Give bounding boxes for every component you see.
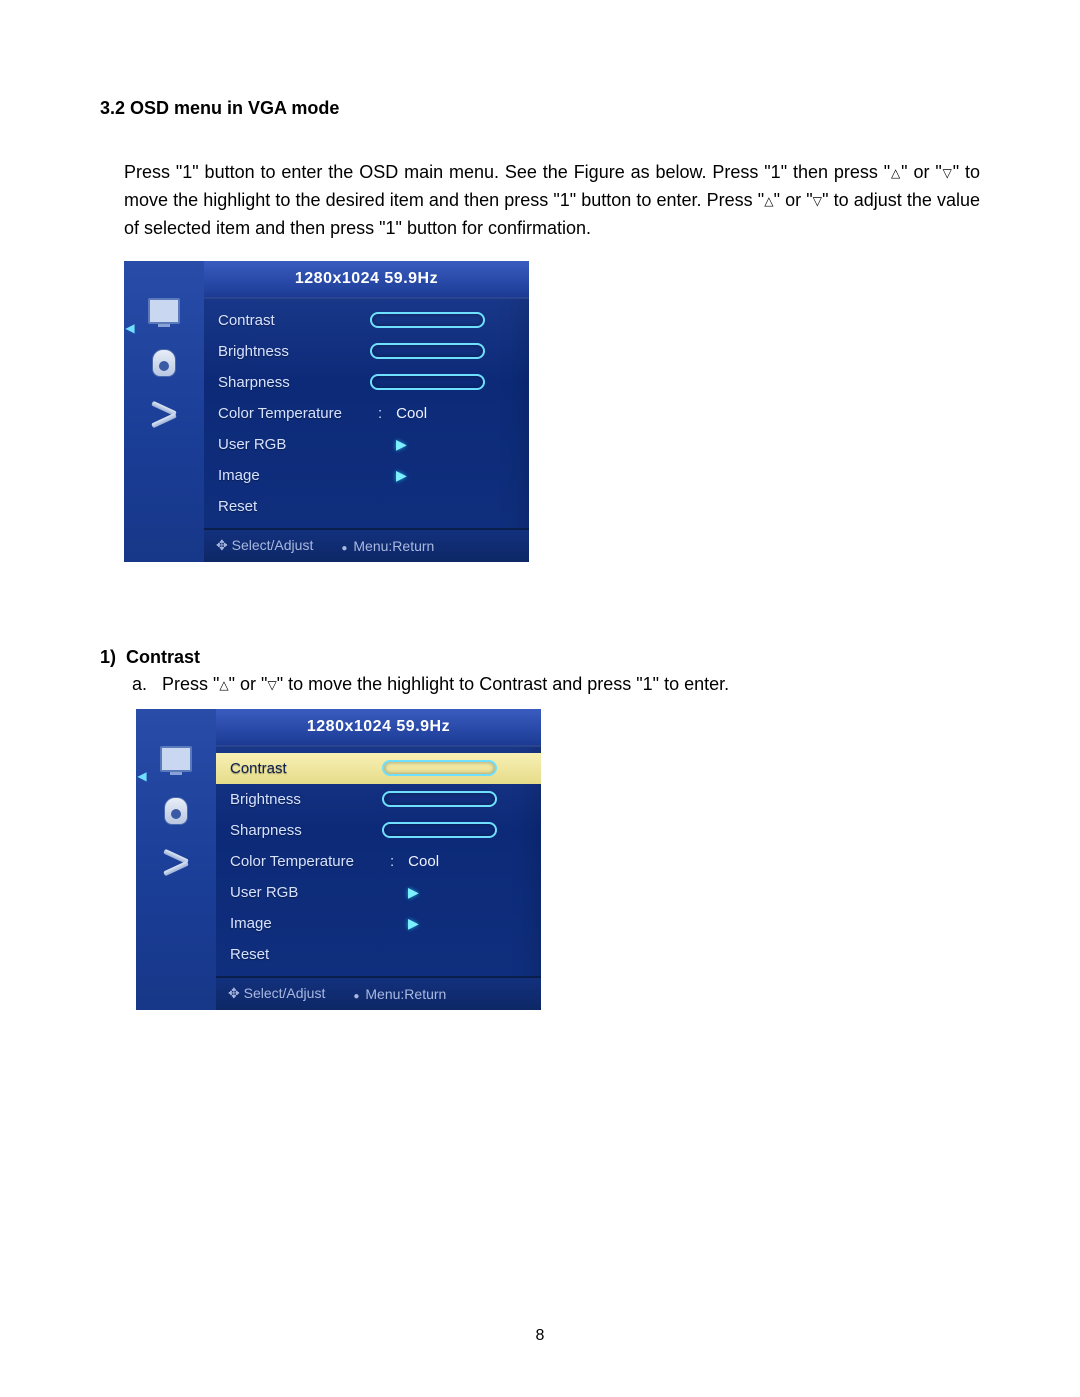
osd-value-text: Cool [396,405,427,422]
osd-item-value [368,374,519,390]
sub-text: " or " [229,674,268,694]
osd-sidebar: ◀ [136,709,216,1010]
osd-item-user-rgb[interactable]: User RGB ▶ [230,877,531,908]
sub-text: a. Press " [132,674,219,694]
osd-item-contrast[interactable]: Contrast [216,753,541,784]
slider-track[interactable] [370,343,485,359]
osd-item-label: Contrast [218,312,368,329]
subsection-heading: 1) Contrast [100,647,980,668]
osd-item-value: ▶ [380,884,531,901]
osd-item-label: User RGB [230,884,380,901]
osd-item-value: ▶ [380,915,531,932]
colon: : [390,853,394,870]
slider-track[interactable] [370,374,485,390]
colon: : [378,405,382,422]
osd-item-label: Image [218,467,368,484]
osd-item-value: ▶ [368,436,519,453]
slider-track[interactable] [382,822,497,838]
footer-right: Menu:Return [353,986,446,1002]
osd-header: 1280x1024 59.9Hz [216,709,541,747]
chevron-left-icon: ◀ [136,769,148,783]
osd-header: 1280x1024 59.9Hz [204,261,529,299]
osd-item-sharpness[interactable]: Sharpness [230,815,531,846]
triangle-down-icon: ▽ [942,166,953,180]
osd-figure-1: ◀ 1280x1024 59.9Hz Contrast Brightness Sha… [124,261,529,562]
osd-item-image[interactable]: Image ▶ [218,460,519,491]
triangle-up-icon: △ [890,166,901,180]
chevron-right-icon: ▶ [396,467,407,484]
tools-icon [147,400,181,430]
osd-item-value [380,822,531,838]
osd-item-value [380,760,531,776]
osd-figure-2: ◀ 1280x1024 59.9Hz Contrast Brightness Sha… [136,709,541,1010]
osd-item-label: Sharpness [218,374,368,391]
p-text: Press "1" button to enter the OSD main m… [124,162,890,182]
osd-item-value [368,312,519,328]
osd-item-brightness[interactable]: Brightness [230,784,531,815]
osd-item-brightness[interactable]: Brightness [218,336,519,367]
osd-item-label: Sharpness [230,822,380,839]
osd-item-color-temperature[interactable]: Color Temperature: Cool [230,846,531,877]
osd-item-label: Color Temperature [218,405,368,422]
osd-item-label: Color Temperature [230,853,380,870]
chevron-right-icon: ▶ [408,884,419,901]
speaker-icon [159,796,193,826]
triangle-down-icon: ▽ [813,194,822,208]
osd-item-value: : Cool [380,853,531,870]
osd-item-label: User RGB [218,436,368,453]
speaker-icon [147,348,181,378]
chevron-right-icon: ▶ [408,915,419,932]
osd-item-label: Reset [218,498,368,515]
osd-item-user-rgb[interactable]: User RGB ▶ [218,429,519,460]
tools-icon [159,848,193,878]
osd-item-label: Brightness [230,791,380,808]
monitor-icon [159,744,193,774]
osd-item-label: Brightness [218,343,368,360]
osd-item-value: : Cool [368,405,519,422]
sub-text: " to move the highlight to Contrast and … [277,674,729,694]
osd-item-label: Reset [230,946,380,963]
page-number: 8 [0,1327,1080,1345]
osd-value-text: Cool [408,853,439,870]
osd-item-contrast[interactable]: Contrast [218,305,519,336]
osd-item-value [380,791,531,807]
slider-track[interactable] [382,791,497,807]
osd-item-reset[interactable]: Reset [230,939,531,970]
intro-paragraph: Press "1" button to enter the OSD main m… [100,159,980,243]
triangle-up-icon: △ [764,194,773,208]
subsection-item-a: a. Press "△" or "▽" to move the highligh… [132,674,980,695]
osd-item-label: Contrast [230,760,380,777]
osd-item-label: Image [230,915,380,932]
footer-left: ✥ Select/Adjust [216,537,313,554]
triangle-down-icon: ▽ [267,678,276,692]
slider-track[interactable] [370,312,485,328]
section-heading: 3.2 OSD menu in VGA mode [100,98,980,119]
chevron-left-icon: ◀ [124,321,136,335]
osd-item-image[interactable]: Image ▶ [230,908,531,939]
slider-track[interactable] [382,760,497,776]
monitor-icon [147,296,181,326]
osd-sidebar: ◀ [124,261,204,562]
footer-right: Menu:Return [341,538,434,554]
chevron-right-icon: ▶ [396,436,407,453]
osd-footer: ✥ Select/Adjust Menu:Return [204,528,529,562]
p-text: " or " [901,162,942,182]
osd-item-sharpness[interactable]: Sharpness [218,367,519,398]
triangle-up-icon: △ [219,678,228,692]
osd-footer: ✥ Select/Adjust Menu:Return [216,976,541,1010]
footer-left: ✥ Select/Adjust [228,985,325,1002]
p-text: " or " [774,190,813,210]
osd-item-color-temperature[interactable]: Color Temperature: Cool [218,398,519,429]
osd-item-value: ▶ [368,467,519,484]
osd-item-value [368,343,519,359]
osd-item-reset[interactable]: Reset [218,491,519,522]
